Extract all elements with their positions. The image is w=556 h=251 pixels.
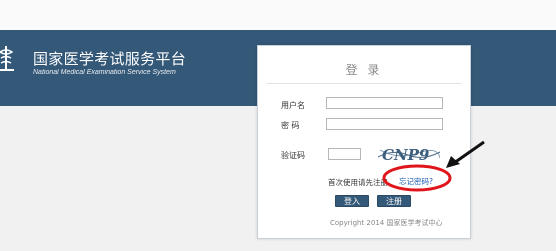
annotation-arrow-icon xyxy=(453,140,485,165)
annotation-overlay xyxy=(382,140,485,192)
highlight-circle xyxy=(382,164,452,192)
